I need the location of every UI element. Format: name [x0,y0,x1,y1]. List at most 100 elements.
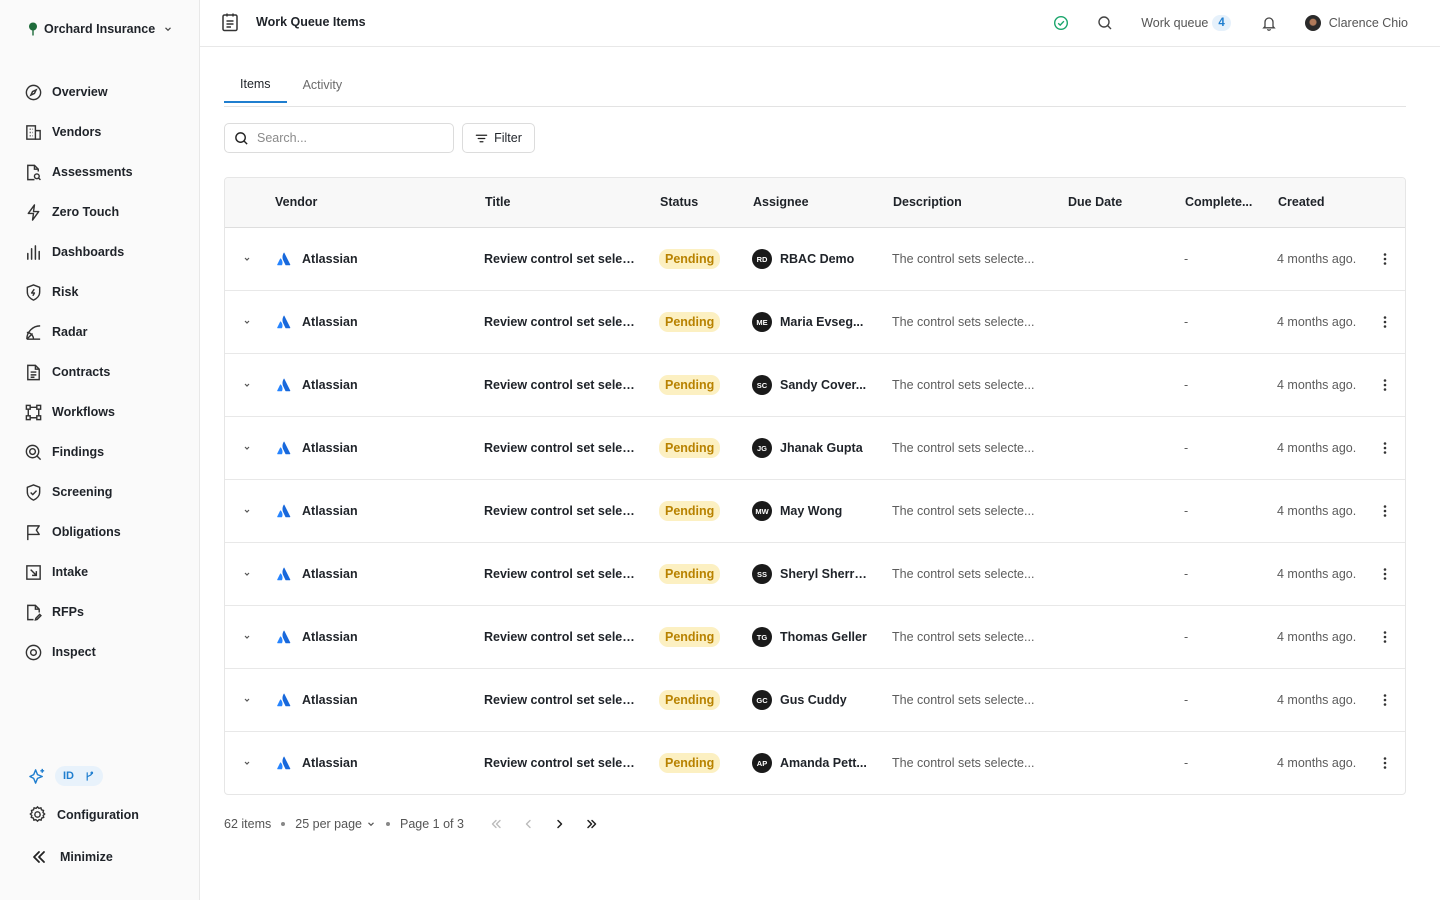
chevron-down-icon[interactable] [241,379,253,391]
item-title[interactable]: Review control set selec... [484,630,636,644]
column-header-created[interactable]: Created [1278,195,1325,209]
vendor-name[interactable]: Atlassian [302,756,358,770]
bell-icon[interactable] [1261,15,1277,31]
chevron-down-icon[interactable] [241,253,253,265]
table-row[interactable]: Atlassian Review control set selec... Pend… [225,606,1405,669]
minimize-button[interactable]: Minimize [30,848,113,866]
created-date: 4 months ago. [1277,441,1357,455]
assignee-avatar: MW [752,501,772,521]
item-title[interactable]: Review control set selec... [484,756,636,770]
previous-page-icon[interactable] [520,816,536,832]
chevron-down-icon[interactable] [241,316,253,328]
item-description: The control sets selecte... [892,378,1035,392]
more-vertical-icon[interactable] [1377,566,1393,582]
item-title[interactable]: Review control set selec... [484,693,636,707]
column-header-description[interactable]: Description [893,195,962,209]
chevron-down-icon[interactable] [241,631,253,643]
assignee-name: Sandy Cover... [780,378,867,392]
more-vertical-icon[interactable] [1377,629,1393,645]
table-row[interactable]: Atlassian Review control set selec... Pend… [225,228,1405,291]
more-vertical-icon[interactable] [1377,692,1393,708]
sidebar-item-findings[interactable]: Findings [0,432,199,472]
chevron-down-icon[interactable] [241,694,253,706]
search-input[interactable] [257,131,437,145]
column-header-vendor[interactable]: Vendor [275,195,317,209]
column-header-title[interactable]: Title [485,195,510,209]
more-vertical-icon[interactable] [1377,440,1393,456]
status-badge: Pending [659,564,721,584]
first-page-icon[interactable] [488,816,504,832]
sidebar-item-assessments[interactable]: Assessments [0,152,199,192]
item-title[interactable]: Review control set selec... [484,567,636,581]
item-title[interactable]: Review control set selec... [484,252,636,266]
env-badge[interactable]: ID [55,766,103,786]
per-page-select[interactable]: 25 per page [295,817,376,831]
chevron-down-icon[interactable] [241,757,253,769]
column-header-completed[interactable]: Complete... [1185,195,1252,209]
sidebar-item-dashboards[interactable]: Dashboards [0,232,199,272]
vendor-name[interactable]: Atlassian [302,567,358,581]
check-circle-icon[interactable] [1053,15,1069,31]
more-vertical-icon[interactable] [1377,755,1393,771]
table-row[interactable]: Atlassian Review control set selec... Pend… [225,543,1405,606]
item-title[interactable]: Review control set selec... [484,441,636,455]
next-page-icon[interactable] [552,816,568,832]
table-header: Vendor Title Status Assignee Description… [225,178,1405,228]
gear-icon [29,805,46,823]
sidebar-item-vendors[interactable]: Vendors [0,112,199,152]
table-row[interactable]: Atlassian Review control set selec... Pend… [225,417,1405,480]
table-row[interactable]: Atlassian Review control set selec... Pend… [225,732,1405,794]
table-row[interactable]: Atlassian Review control set selec... Pend… [225,480,1405,543]
sidebar-item-zero-touch[interactable]: Zero Touch [0,192,199,232]
more-vertical-icon[interactable] [1377,251,1393,267]
tab-activity[interactable]: Activity [287,66,359,103]
more-vertical-icon[interactable] [1377,314,1393,330]
vendor-name[interactable]: Atlassian [302,630,358,644]
sidebar-item-contracts[interactable]: Contracts [0,352,199,392]
sidebar-item-workflows[interactable]: Workflows [0,392,199,432]
vendor-name[interactable]: Atlassian [302,693,358,707]
column-header-due-date[interactable]: Due Date [1068,195,1122,209]
org-switcher[interactable]: Orchard Insurance [28,22,173,36]
configuration-link[interactable]: Configuration [28,805,139,824]
sidebar-item-screening[interactable]: Screening [0,472,199,512]
sidebar-item-rfps[interactable]: RFPs [0,592,199,632]
vendor-name[interactable]: Atlassian [302,252,358,266]
sidebar-item-overview[interactable]: Overview [0,72,199,112]
top-bar-actions: Work queue 4 Clarence Chio [1053,0,1408,46]
assignee-avatar: RD [752,249,772,269]
chevron-down-icon[interactable] [241,442,253,454]
item-description: The control sets selecte... [892,756,1035,770]
vendor-name[interactable]: Atlassian [302,378,358,392]
vendor-name[interactable]: Atlassian [302,441,358,455]
table-row[interactable]: Atlassian Review control set selec... Pend… [225,291,1405,354]
sparkle-icon[interactable] [28,767,47,786]
sidebar-item-radar[interactable]: Radar [0,312,199,352]
item-title[interactable]: Review control set selec... [484,504,636,518]
vendor-name[interactable]: Atlassian [302,504,358,518]
sidebar-item-intake[interactable]: Intake [0,552,199,592]
more-vertical-icon[interactable] [1377,503,1393,519]
sidebar-item-obligations[interactable]: Obligations [0,512,199,552]
sidebar-badges: ID [28,766,103,786]
sidebar-item-risk[interactable]: Risk [0,272,199,312]
pagination: 62 items 25 per page Page 1 of 3 [224,815,600,833]
last-page-icon[interactable] [584,816,600,832]
table-row[interactable]: Atlassian Review control set selec... Pend… [225,669,1405,732]
column-header-status[interactable]: Status [660,195,698,209]
table-row[interactable]: Atlassian Review control set selec... Pend… [225,354,1405,417]
chevron-down-icon[interactable] [241,505,253,517]
work-queue-button[interactable]: Work queue 4 [1141,15,1231,31]
chevron-down-icon[interactable] [241,568,253,580]
tab-items[interactable]: Items [224,66,287,103]
lightning-icon [27,203,40,221]
search-icon[interactable] [1097,15,1113,31]
sidebar-item-inspect[interactable]: Inspect [0,632,199,672]
column-header-assignee[interactable]: Assignee [753,195,809,209]
user-menu[interactable]: Clarence Chio [1304,15,1408,31]
filter-button[interactable]: Filter [462,123,535,153]
item-title[interactable]: Review control set selec... [484,315,636,329]
vendor-name[interactable]: Atlassian [302,315,358,329]
more-vertical-icon[interactable] [1377,377,1393,393]
item-title[interactable]: Review control set selec... [484,378,636,392]
